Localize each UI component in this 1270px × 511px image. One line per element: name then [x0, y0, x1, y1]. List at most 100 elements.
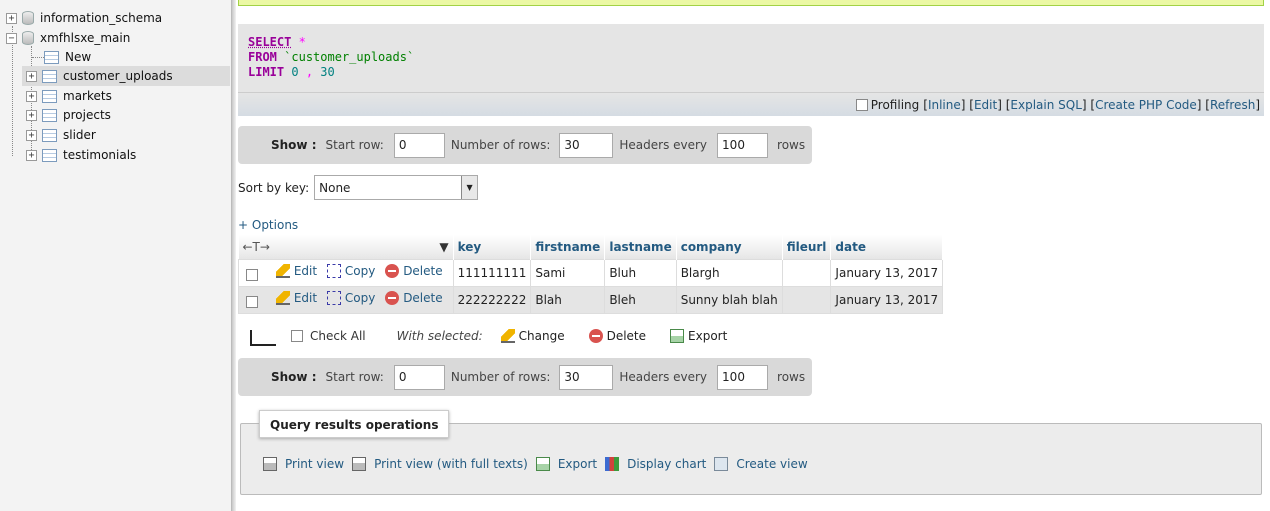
delete-row-button[interactable]: Delete — [385, 291, 443, 305]
tree-new-label[interactable]: New — [65, 50, 91, 64]
bulk-actions-row: Check All With selected: Change Delete E… — [238, 322, 798, 350]
cell-firstname[interactable]: Sami — [530, 258, 606, 287]
cell-key[interactable]: 222222222 — [452, 285, 532, 314]
expand-icon[interactable]: + — [26, 149, 37, 161]
inline-link[interactable]: Inline — [928, 98, 961, 112]
expand-icon[interactable]: + — [26, 109, 37, 121]
options-toggle-link[interactable]: + Options — [238, 218, 298, 232]
export-icon — [535, 457, 550, 471]
tree-db-label[interactable]: xmfhlsxe_main — [40, 31, 130, 45]
export-link[interactable]: Export — [535, 457, 597, 471]
collapse-icon[interactable]: − — [6, 32, 17, 44]
column-header-lastname[interactable]: lastname — [604, 235, 677, 259]
expand-icon[interactable]: + — [26, 129, 37, 141]
tree-table-label[interactable]: projects — [63, 108, 111, 122]
display-chart-label: Display chart — [627, 457, 707, 471]
create-view-label: Create view — [736, 457, 808, 471]
column-header-key[interactable]: key — [453, 235, 532, 259]
pencil-icon — [275, 264, 290, 278]
tree-table-label[interactable]: markets — [63, 89, 112, 103]
navigation-show-bar-bottom: Show : Start row: Number of rows: Header… — [238, 358, 812, 396]
display-chart-link[interactable]: Display chart — [605, 457, 706, 471]
check-all-checkbox[interactable] — [291, 330, 303, 342]
start-row-input[interactable] — [393, 364, 445, 390]
print-view-link[interactable]: Print view — [263, 457, 344, 471]
sql-select-keyword[interactable]: SELECT — [248, 35, 291, 49]
profiling-checkbox[interactable] — [855, 98, 868, 111]
column-header-firstname[interactable]: firstname — [530, 235, 606, 259]
column-menu-icon[interactable]: ▼ — [439, 240, 448, 254]
number-of-rows-input[interactable] — [559, 132, 614, 158]
explain-sql-link[interactable]: Explain SQL — [1010, 98, 1082, 112]
profiling-label[interactable]: Profiling — [871, 98, 920, 112]
headers-every-input[interactable] — [717, 364, 769, 390]
tree-table-markets[interactable]: + markets — [22, 86, 112, 106]
cell-company[interactable]: Sunny blah blah — [675, 285, 783, 314]
copy-row-button[interactable]: Copy — [326, 264, 375, 278]
cell-date[interactable]: January 13, 2017 — [830, 285, 944, 314]
delete-row-button[interactable]: Delete — [385, 264, 443, 278]
bulk-delete-button[interactable]: Delete — [588, 329, 646, 343]
edit-label: Edit — [293, 264, 318, 278]
column-header-company[interactable]: company — [676, 235, 783, 259]
copy-icon — [326, 291, 341, 305]
chevron-down-icon[interactable]: ▼ — [461, 176, 478, 199]
cell-fileurl[interactable] — [781, 285, 832, 314]
tree-table-customer-uploads[interactable]: + customer_uploads — [22, 66, 230, 86]
tree-db-xmfhlsxe-main[interactable]: − xmfhlsxe_main — [6, 28, 130, 48]
refresh-link[interactable]: Refresh — [1210, 98, 1255, 112]
tree-db-information-schema[interactable]: + information_schema — [6, 8, 162, 28]
edit-link[interactable]: Edit — [974, 98, 997, 112]
column-header-fileurl[interactable]: fileurl — [782, 235, 832, 259]
tree-table-label[interactable]: customer_uploads — [63, 69, 173, 83]
tree-table-label[interactable]: testimonials — [63, 148, 136, 162]
cell-company[interactable]: Blargh — [675, 258, 783, 287]
table-icon — [42, 148, 57, 162]
tree-table-projects[interactable]: + projects — [22, 105, 111, 125]
sql-query-box[interactable]: SELECT * FROM `customer_uploads` LIMIT 0… — [238, 24, 1264, 92]
bulk-export-button[interactable]: Export — [670, 329, 727, 343]
delete-icon — [588, 329, 603, 343]
tree-table-testimonials[interactable]: + testimonials — [22, 145, 136, 165]
cell-firstname[interactable]: Blah — [530, 285, 606, 314]
tree-new-table[interactable]: New — [44, 47, 91, 67]
cell-date[interactable]: January 13, 2017 — [830, 258, 944, 287]
cell-lastname[interactable]: Bluh — [604, 258, 677, 287]
check-all-label[interactable]: Check All — [310, 329, 366, 343]
number-of-rows-input[interactable] — [559, 364, 614, 390]
copy-row-button[interactable]: Copy — [326, 291, 375, 305]
bulk-change-label: Change — [518, 329, 565, 343]
nav-resize-handle[interactable] — [232, 0, 236, 511]
sql-comma: , — [305, 65, 314, 79]
rows-label: rows — [777, 138, 806, 152]
row-actions: Edit Copy Delete — [238, 285, 454, 314]
sql-count: 30 — [320, 65, 335, 79]
tree-table-slider[interactable]: + slider — [22, 125, 96, 145]
edit-row-button[interactable]: Edit — [275, 291, 318, 305]
headers-every-input[interactable] — [717, 132, 769, 158]
row-checkbox[interactable] — [246, 295, 258, 308]
create-view-link[interactable]: Create view — [714, 457, 808, 471]
cell-lastname[interactable]: Bleh — [604, 285, 677, 314]
start-row-input[interactable] — [393, 132, 445, 158]
expand-icon[interactable]: + — [6, 12, 17, 24]
sort-by-key-select[interactable]: None ▼ — [314, 175, 479, 200]
results-table: ←T→ ▼ key firstname lastname company fil… — [238, 235, 944, 314]
row-checkbox[interactable] — [246, 268, 258, 281]
cell-key[interactable]: 111111111 — [452, 258, 532, 287]
expand-icon[interactable]: + — [26, 90, 37, 102]
tree-db-label[interactable]: information_schema — [40, 11, 162, 25]
delete-label: Delete — [403, 291, 443, 305]
bulk-change-button[interactable]: Change — [500, 329, 565, 343]
edit-row-button[interactable]: Edit — [275, 264, 318, 278]
tree-table-label[interactable]: slider — [63, 128, 96, 142]
expand-icon[interactable]: + — [26, 70, 37, 82]
delete-icon — [385, 291, 400, 305]
table-icon — [42, 108, 57, 122]
column-move-icon[interactable]: ←T→ — [243, 240, 270, 254]
print-view-full-link[interactable]: Print view (with full texts) — [352, 457, 528, 471]
column-header-date[interactable]: date — [830, 235, 944, 259]
create-php-code-link[interactable]: Create PHP Code — [1095, 98, 1197, 112]
edit-label: Edit — [293, 291, 318, 305]
cell-fileurl[interactable] — [781, 258, 832, 287]
